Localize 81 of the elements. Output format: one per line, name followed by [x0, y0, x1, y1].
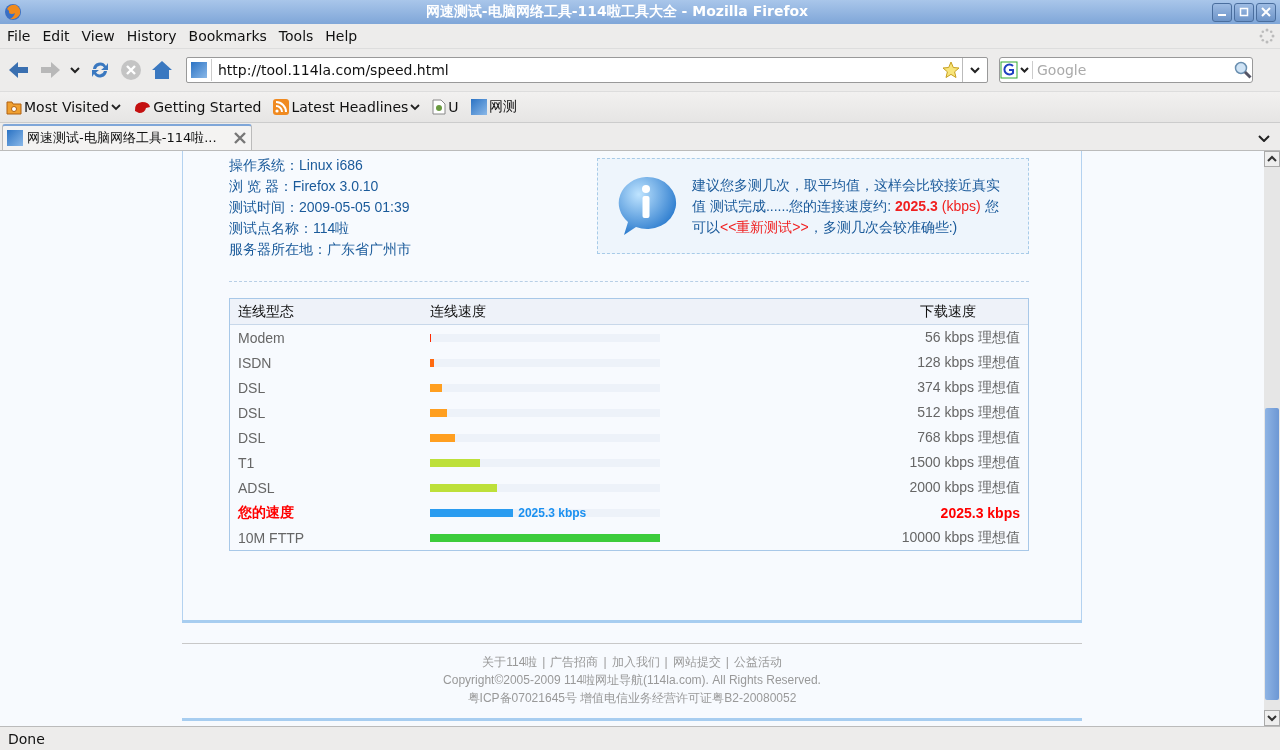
menu-item[interactable]: Bookmarks — [182, 28, 273, 44]
connection-type: 10M FTTP — [237, 529, 306, 546]
menu-item[interactable]: View — [75, 28, 121, 44]
minimize-icon — [1218, 14, 1226, 16]
menu-item[interactable]: Edit — [36, 28, 76, 44]
browser-tab[interactable]: 网速测试-电脑网络工具-114啦... — [2, 124, 252, 150]
bookmark-item[interactable]: U — [432, 99, 459, 115]
info-line: 服务器所在地：广东省广州市 — [229, 240, 411, 259]
dropdown-caret-icon[interactable] — [70, 66, 80, 74]
connection-type: DSL — [237, 429, 267, 446]
maximize-button[interactable] — [1234, 2, 1254, 22]
firefox-logo-icon — [4, 3, 22, 21]
dropdown-caret-icon[interactable] — [970, 66, 980, 74]
download-speed: 2000 kbps 理想值 — [908, 478, 1021, 497]
download-speed: 56 kbps 理想值 — [924, 328, 1021, 347]
search-icon[interactable] — [1234, 61, 1252, 79]
connection-type: 您的速度 — [236, 503, 295, 522]
address-bar[interactable]: http://tool.114la.com/speed.html — [186, 57, 988, 83]
vertical-scrollbar[interactable] — [1264, 151, 1280, 726]
bookmark-item[interactable]: Most Visited — [6, 99, 122, 115]
menu-item[interactable]: History — [120, 28, 183, 44]
info-line: 测试时间：2009-05-05 01:39 — [229, 198, 411, 217]
download-speed: 128 kbps 理想值 — [916, 353, 1021, 372]
scroll-up-icon[interactable] — [1264, 151, 1280, 167]
copyright-text: Copyright©2005-2009 114啦网址导航(114la.com). All Rights Reserved. — [443, 672, 821, 689]
menu-item[interactable]: Tools — [272, 28, 320, 44]
caret-icon — [410, 103, 421, 111]
info-line: 浏 览 器：Firefox 3.0.10 — [229, 177, 380, 196]
retest-link[interactable]: <<重新测试>> — [720, 218, 809, 235]
bookmark-item[interactable]: Getting Started — [133, 99, 262, 115]
maximize-icon — [1239, 7, 1249, 17]
close-tab-icon[interactable] — [233, 131, 247, 145]
notice-text: 建议您多测几次，取平均值，这样会比较接近真实值 测试完成......您的连接速度约: 2025.3 (kbps) 您可以<<重新测试>>，多测几次会较准确些:) — [692, 175, 1001, 237]
search-engine-icon[interactable] — [1000, 61, 1033, 79]
close-button[interactable] — [1256, 2, 1276, 22]
download-speed: 2025.3 kbps — [939, 504, 1021, 521]
site-favicon-icon — [191, 62, 207, 78]
status-text: Done — [0, 726, 1280, 750]
rss-feed-icon — [273, 99, 290, 115]
window-title: 网速测试-电脑网络工具-114啦工具大全 - Mozilla Firefox — [424, 3, 810, 21]
spinner-icon — [1259, 28, 1275, 44]
connection-type: Modem — [237, 329, 286, 346]
download-speed: 374 kbps 理想值 — [916, 378, 1021, 397]
separator: | — [664, 654, 668, 671]
separator: | — [725, 654, 729, 671]
download-speed: 768 kbps 理想值 — [916, 428, 1021, 447]
folder-icon — [6, 99, 22, 115]
connection-type: ISDN — [237, 354, 273, 371]
site-favicon-icon — [7, 130, 23, 146]
menu-item[interactable]: File — [1, 28, 37, 44]
connection-type: T1 — [237, 454, 256, 471]
column-header: 下载速度 — [919, 302, 977, 321]
separator: | — [603, 654, 607, 671]
creature-icon — [133, 99, 152, 115]
star-icon[interactable] — [942, 61, 960, 79]
license-text: 粤ICP备07021645号 增值电信业务经营许可证粤B2-20080052 — [467, 690, 797, 707]
tab-list-caret-icon[interactable] — [1258, 134, 1270, 142]
menu-item[interactable]: Help — [319, 28, 364, 44]
home-icon[interactable] — [151, 60, 173, 80]
download-speed: 10000 kbps 理想值 — [900, 528, 1021, 547]
column-header: 连线速度 — [430, 302, 487, 321]
connection-type: DSL — [237, 379, 267, 396]
site-favicon-icon — [470, 99, 487, 115]
back-icon[interactable] — [8, 60, 30, 80]
download-speed: 512 kbps 理想值 — [916, 403, 1021, 422]
search-bar[interactable]: Google — [999, 57, 1253, 83]
scroll-down-icon[interactable] — [1264, 710, 1280, 726]
download-speed: 1500 kbps 理想值 — [908, 453, 1021, 472]
bookmark-item[interactable]: 网测 — [470, 98, 517, 116]
minimize-button[interactable] — [1212, 2, 1232, 22]
bar-value-label: 2025.3 kbps — [518, 505, 587, 520]
connection-type: ADSL — [237, 479, 276, 496]
info-line: 操作系统：Linux i686 — [229, 156, 364, 175]
bookmark-item[interactable]: Latest Headlines — [273, 99, 421, 115]
column-header: 连线型态 — [237, 302, 295, 321]
page-icon — [432, 99, 447, 115]
connection-type: DSL — [237, 404, 267, 421]
separator: | — [542, 654, 546, 671]
close-icon — [1261, 7, 1271, 17]
caret-icon — [111, 103, 122, 111]
info-line: 测试点名称：114啦 — [229, 219, 351, 238]
